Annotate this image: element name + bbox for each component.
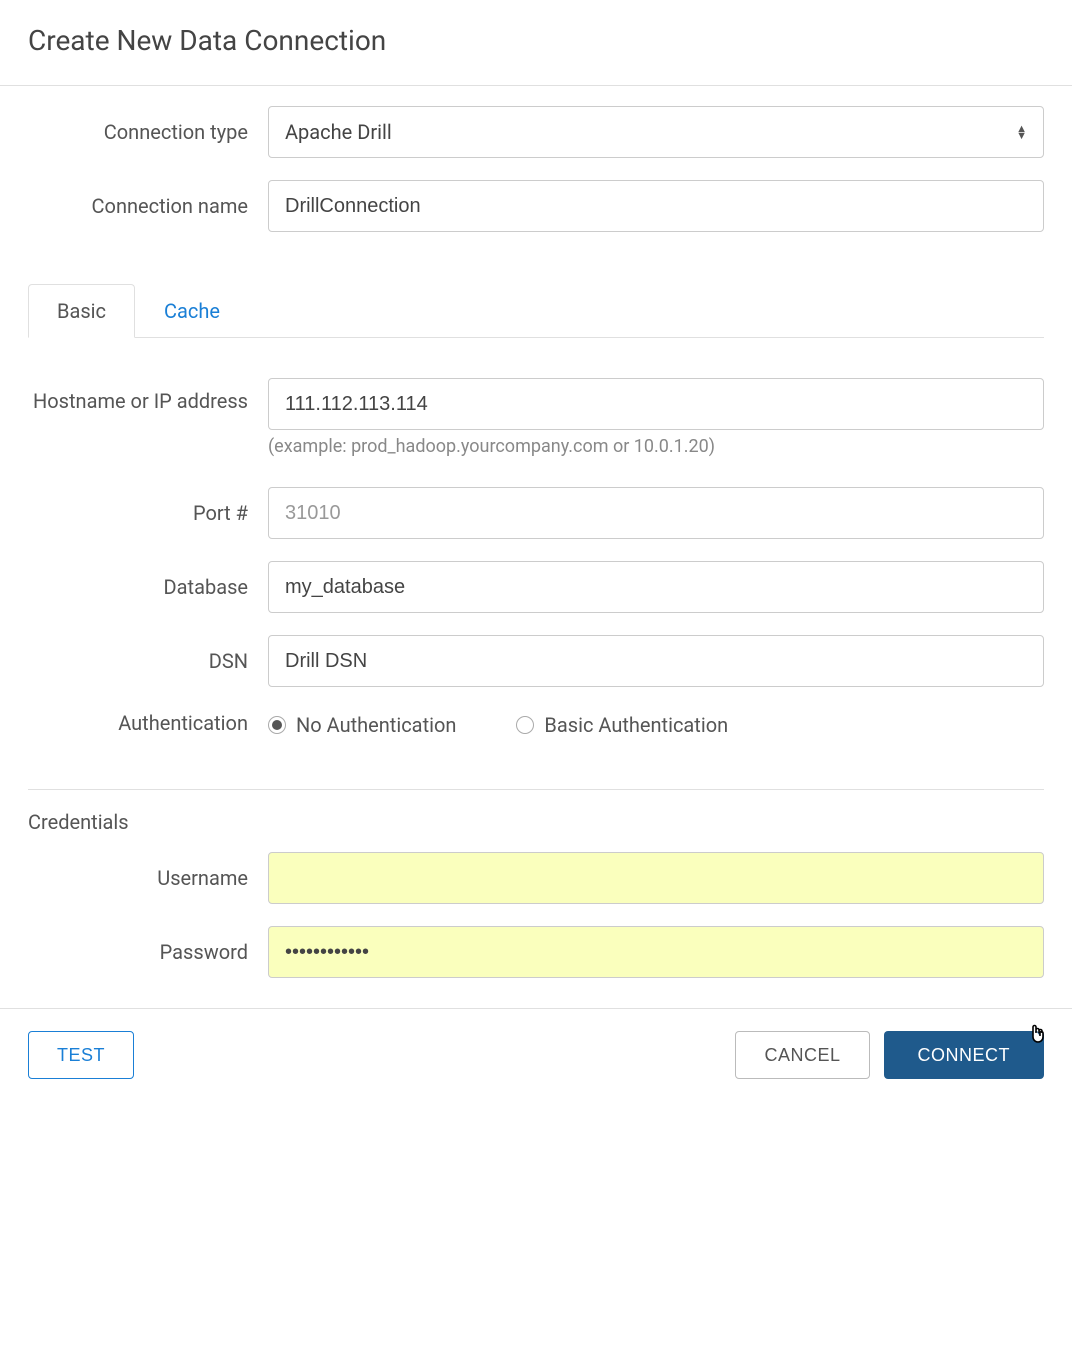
divider bbox=[28, 789, 1044, 790]
database-input[interactable] bbox=[268, 561, 1044, 613]
auth-none-label: No Authentication bbox=[296, 713, 456, 737]
tab-basic[interactable]: Basic bbox=[28, 284, 135, 338]
username-label: Username bbox=[28, 865, 268, 891]
dialog-title: Create New Data Connection bbox=[28, 24, 1044, 57]
radio-checked-icon bbox=[268, 716, 286, 734]
connect-button[interactable]: CONNECT bbox=[884, 1031, 1045, 1079]
hostname-hint: (example: prod_hadoop.yourcompany.com or… bbox=[268, 436, 1044, 457]
tab-cache[interactable]: Cache bbox=[135, 284, 249, 338]
hostname-input[interactable] bbox=[268, 378, 1044, 430]
credentials-heading: Credentials bbox=[28, 810, 1044, 834]
connection-name-input[interactable] bbox=[268, 180, 1044, 232]
port-label: Port # bbox=[28, 500, 268, 526]
database-label: Database bbox=[28, 574, 268, 600]
auth-basic-label: Basic Authentication bbox=[544, 713, 728, 737]
tabs: Basic Cache bbox=[28, 284, 1044, 338]
auth-none-radio[interactable]: No Authentication bbox=[268, 713, 456, 737]
cancel-button[interactable]: CANCEL bbox=[735, 1031, 869, 1079]
port-input[interactable] bbox=[268, 487, 1044, 539]
connection-type-label: Connection type bbox=[28, 119, 268, 145]
connection-type-select[interactable]: Apache Drill ▲▼ bbox=[268, 106, 1044, 158]
connection-name-label: Connection name bbox=[28, 193, 268, 219]
password-label: Password bbox=[28, 939, 268, 965]
hostname-label: Hostname or IP address bbox=[28, 378, 268, 414]
username-input[interactable] bbox=[268, 852, 1044, 904]
radio-unchecked-icon bbox=[516, 716, 534, 734]
test-button[interactable]: TEST bbox=[28, 1031, 134, 1079]
dsn-input[interactable] bbox=[268, 635, 1044, 687]
select-arrows-icon: ▲▼ bbox=[1016, 125, 1027, 139]
password-input[interactable] bbox=[268, 926, 1044, 978]
connection-type-value: Apache Drill bbox=[285, 120, 392, 144]
auth-basic-radio[interactable]: Basic Authentication bbox=[516, 713, 728, 737]
authentication-label: Authentication bbox=[28, 710, 268, 736]
dsn-label: DSN bbox=[28, 648, 268, 674]
